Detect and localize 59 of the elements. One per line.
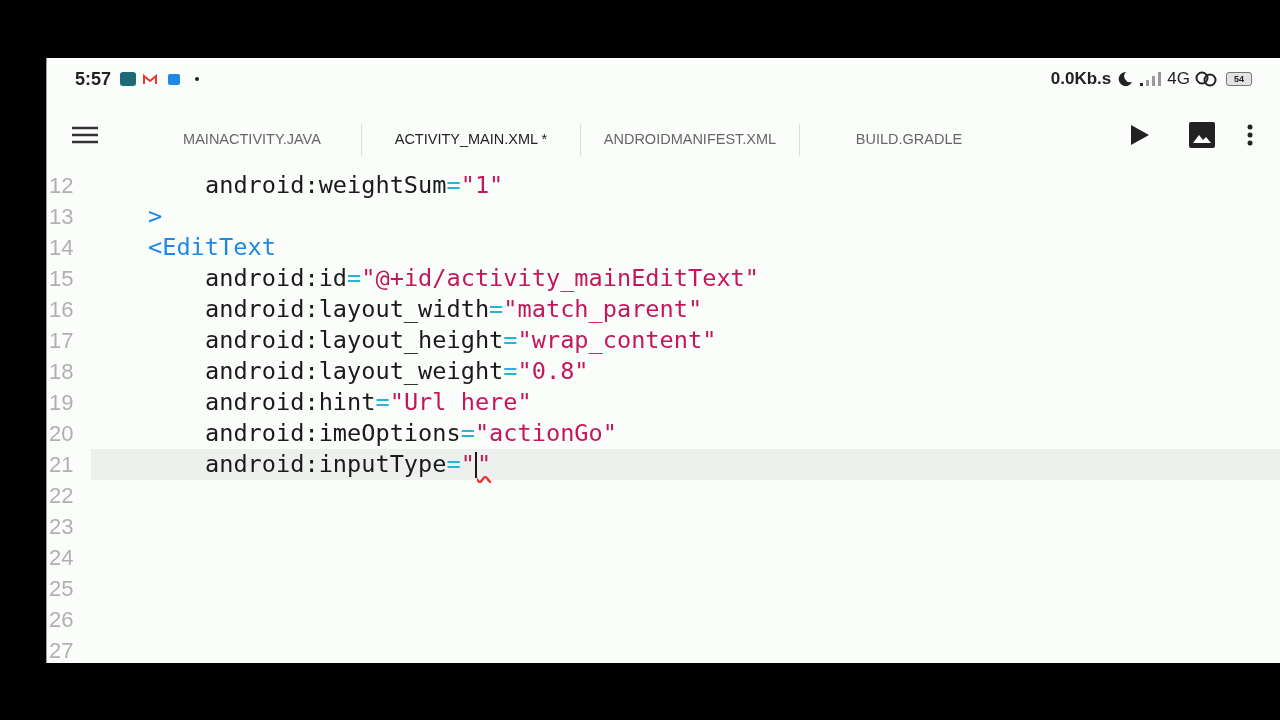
app-icon xyxy=(119,71,138,87)
line-number: 12 xyxy=(48,172,75,200)
line-number: 13 xyxy=(48,203,75,231)
line-number: 23 xyxy=(48,513,75,541)
line-number: 18 xyxy=(48,358,75,386)
equals-sign: = xyxy=(460,417,475,449)
attribute-name: android:imeOptions xyxy=(205,417,461,449)
clock: 5:57 xyxy=(75,67,112,91)
attribute-name: android:layout_width xyxy=(205,293,490,325)
attribute-name: android:layout_height xyxy=(205,324,504,356)
error-string: " xyxy=(476,448,492,480)
line-number: 22 xyxy=(48,482,75,510)
dot-icon xyxy=(195,77,200,81)
image-icon xyxy=(1189,122,1215,148)
equals-sign: = xyxy=(446,448,461,480)
equals-sign: = xyxy=(503,324,518,356)
line-number: 16 xyxy=(48,296,75,324)
line-number: 27 xyxy=(48,637,75,663)
string-value: "wrap_content" xyxy=(517,324,717,356)
line-number: 14 xyxy=(48,234,75,262)
string-value: "1" xyxy=(460,170,504,201)
attribute-name: android:hint xyxy=(205,386,376,418)
attribute-name: android:weightSum xyxy=(205,170,447,201)
file-tab[interactable]: ACTIVITY_MAIN.XML * xyxy=(362,120,580,160)
mail-icon xyxy=(143,73,158,85)
equals-sign: = xyxy=(489,293,504,325)
equals-sign: = xyxy=(446,170,461,201)
line-number: 19 xyxy=(48,389,75,417)
app-icon xyxy=(167,72,182,86)
play-icon xyxy=(1131,125,1149,145)
string-value: " xyxy=(460,448,475,480)
string-value: "0.8" xyxy=(517,355,589,387)
file-tab[interactable]: BUILD.GRADLE xyxy=(800,120,1018,160)
file-tab[interactable]: ANDROIDMANIFEST.XML xyxy=(581,120,799,160)
line-number: 24 xyxy=(48,544,75,572)
network-type: 4G xyxy=(1167,68,1190,91)
equals-sign: = xyxy=(375,386,390,418)
line-number: 21 xyxy=(48,451,75,479)
signal-icon xyxy=(1139,71,1162,87)
moon-icon xyxy=(1117,71,1134,87)
menu-icon xyxy=(72,126,98,144)
line-number: 15 xyxy=(48,265,75,293)
string-value: "match_parent" xyxy=(503,293,703,325)
link-icon xyxy=(1194,71,1218,87)
battery: 54 xyxy=(1226,72,1252,86)
line-number: 26 xyxy=(48,606,75,634)
string-value: "Url here" xyxy=(389,386,532,418)
string-value: "actionGo" xyxy=(474,417,617,449)
file-tab[interactable]: MAINACTIVITY.JAVA xyxy=(143,120,361,160)
more-icon xyxy=(1247,124,1253,146)
line-number: 17 xyxy=(48,327,75,355)
attribute-name: android:layout_weight xyxy=(205,355,504,387)
string-value: "@+id/activity_mainEditText" xyxy=(361,262,759,294)
line-number: 20 xyxy=(48,420,75,448)
equals-sign: = xyxy=(503,355,518,387)
line-number: 25 xyxy=(48,575,75,603)
equals-sign: = xyxy=(347,262,362,294)
network-speed: 0.0Kb.s xyxy=(1050,68,1112,91)
attribute-name: android:inputType xyxy=(205,448,447,480)
